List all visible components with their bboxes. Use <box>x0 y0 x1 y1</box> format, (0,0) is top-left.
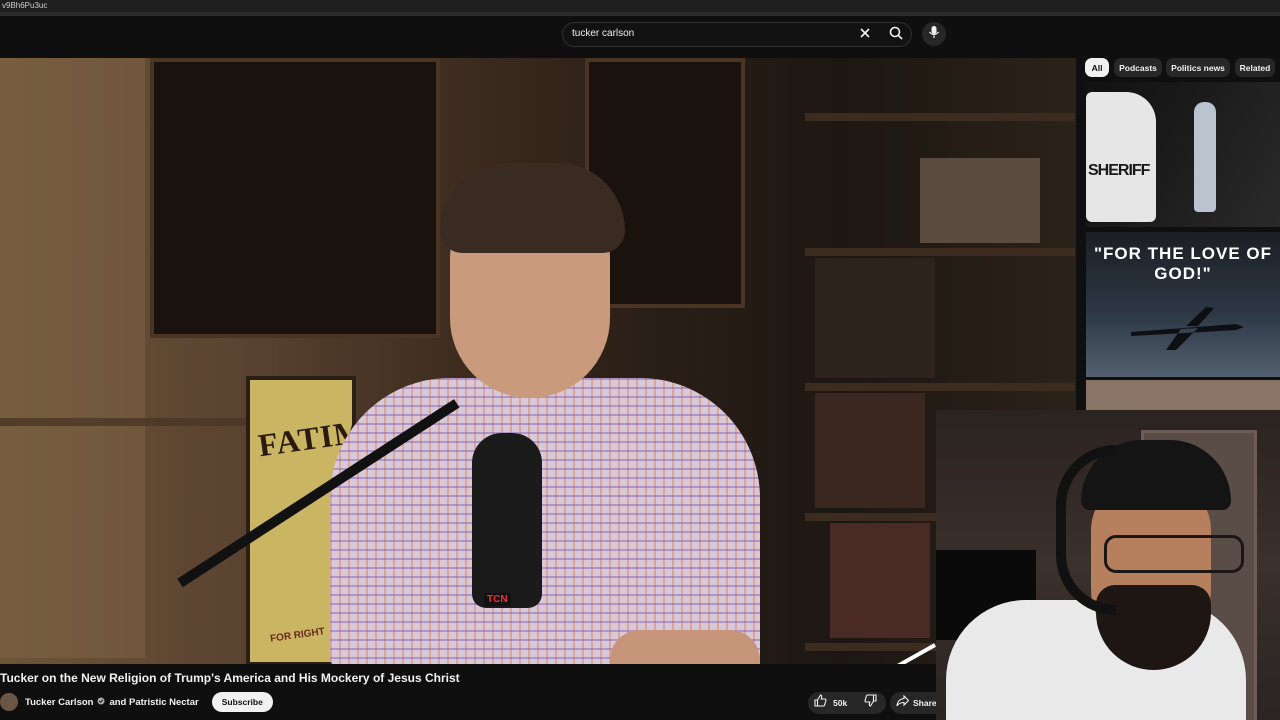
headphones <box>1056 445 1116 615</box>
search-box[interactable] <box>562 22 912 47</box>
search-icon <box>889 26 903 45</box>
channel-row: Tucker Carlson and Patristic Nectar Subs… <box>0 692 273 712</box>
thumbnail-text: "FOR THE LOVE OF GOD!" <box>1093 244 1272 283</box>
like-dislike-group: 50k <box>808 692 886 714</box>
recommended-video-thumbnail[interactable]: SHERIFF <box>1086 82 1280 227</box>
microphone-icon <box>928 25 940 44</box>
books <box>815 258 935 378</box>
masthead <box>0 16 1280 56</box>
host-shirt <box>330 378 760 664</box>
channel-name-link[interactable]: Tucker Carlson <box>25 697 93 708</box>
poster-subtext: FOR RIGHT <box>269 626 326 645</box>
mic-brand-label: TCN <box>484 593 511 606</box>
recommended-video-thumbnail[interactable]: "FOR THE LOVE OF GOD!" <box>1086 232 1280 377</box>
search-input[interactable] <box>572 28 852 39</box>
recommended-video-thumbnail[interactable] <box>1086 380 1280 410</box>
thumbnail-person <box>1194 102 1216 212</box>
like-button[interactable]: 50k <box>814 694 847 712</box>
sheriff-car: SHERIFF <box>1086 92 1156 222</box>
like-count: 50k <box>833 698 848 708</box>
voice-search-button[interactable] <box>922 22 946 46</box>
chip-all[interactable]: All <box>1085 58 1109 77</box>
search-button[interactable] <box>885 25 907 45</box>
wall-frame <box>150 58 440 338</box>
clear-search-button[interactable] <box>855 25 875 45</box>
framed-photo <box>920 158 1040 243</box>
video-player[interactable]: FATIM FOR RIGHT TCN <box>0 58 1076 664</box>
thumbs-down-icon <box>864 694 877 712</box>
podcast-microphone: TCN <box>472 433 542 608</box>
verified-icon <box>97 697 105 707</box>
video-title: Tucker on the New Religion of Trump's Am… <box>0 671 460 685</box>
webcam-overlay <box>936 410 1280 720</box>
chip-podcasts[interactable]: Podcasts <box>1114 58 1162 77</box>
subscribe-button[interactable]: Subscribe <box>211 692 273 712</box>
avatar[interactable] <box>0 693 18 711</box>
wood-wall <box>0 58 145 658</box>
share-button[interactable]: Share <box>890 692 936 714</box>
chip-related[interactable]: Related <box>1235 58 1275 77</box>
share-label: Share <box>913 698 936 708</box>
close-icon <box>859 26 871 44</box>
wall-trim <box>0 418 250 426</box>
thumbnail-text: SHERIFF <box>1088 162 1150 179</box>
bookshelf-shelf <box>805 383 1075 391</box>
arrow-overlay-icon <box>890 643 940 664</box>
books <box>815 393 925 508</box>
eyeglasses <box>1104 535 1244 573</box>
airplane-icon <box>1126 302 1246 352</box>
host-hair <box>440 163 625 253</box>
host-hand <box>610 630 760 664</box>
collaborator-link[interactable]: and Patristic Nectar <box>109 697 198 708</box>
share-icon <box>896 694 910 712</box>
dislike-button[interactable] <box>864 694 877 712</box>
bookshelf-shelf <box>805 113 1075 121</box>
browser-url-bar[interactable]: v9Bh6Pu3uc <box>0 0 1280 12</box>
books <box>830 523 930 638</box>
chip-politics-news[interactable]: Politics news <box>1166 58 1230 77</box>
thumbs-up-icon <box>814 694 827 712</box>
bookshelf-shelf <box>805 248 1075 256</box>
